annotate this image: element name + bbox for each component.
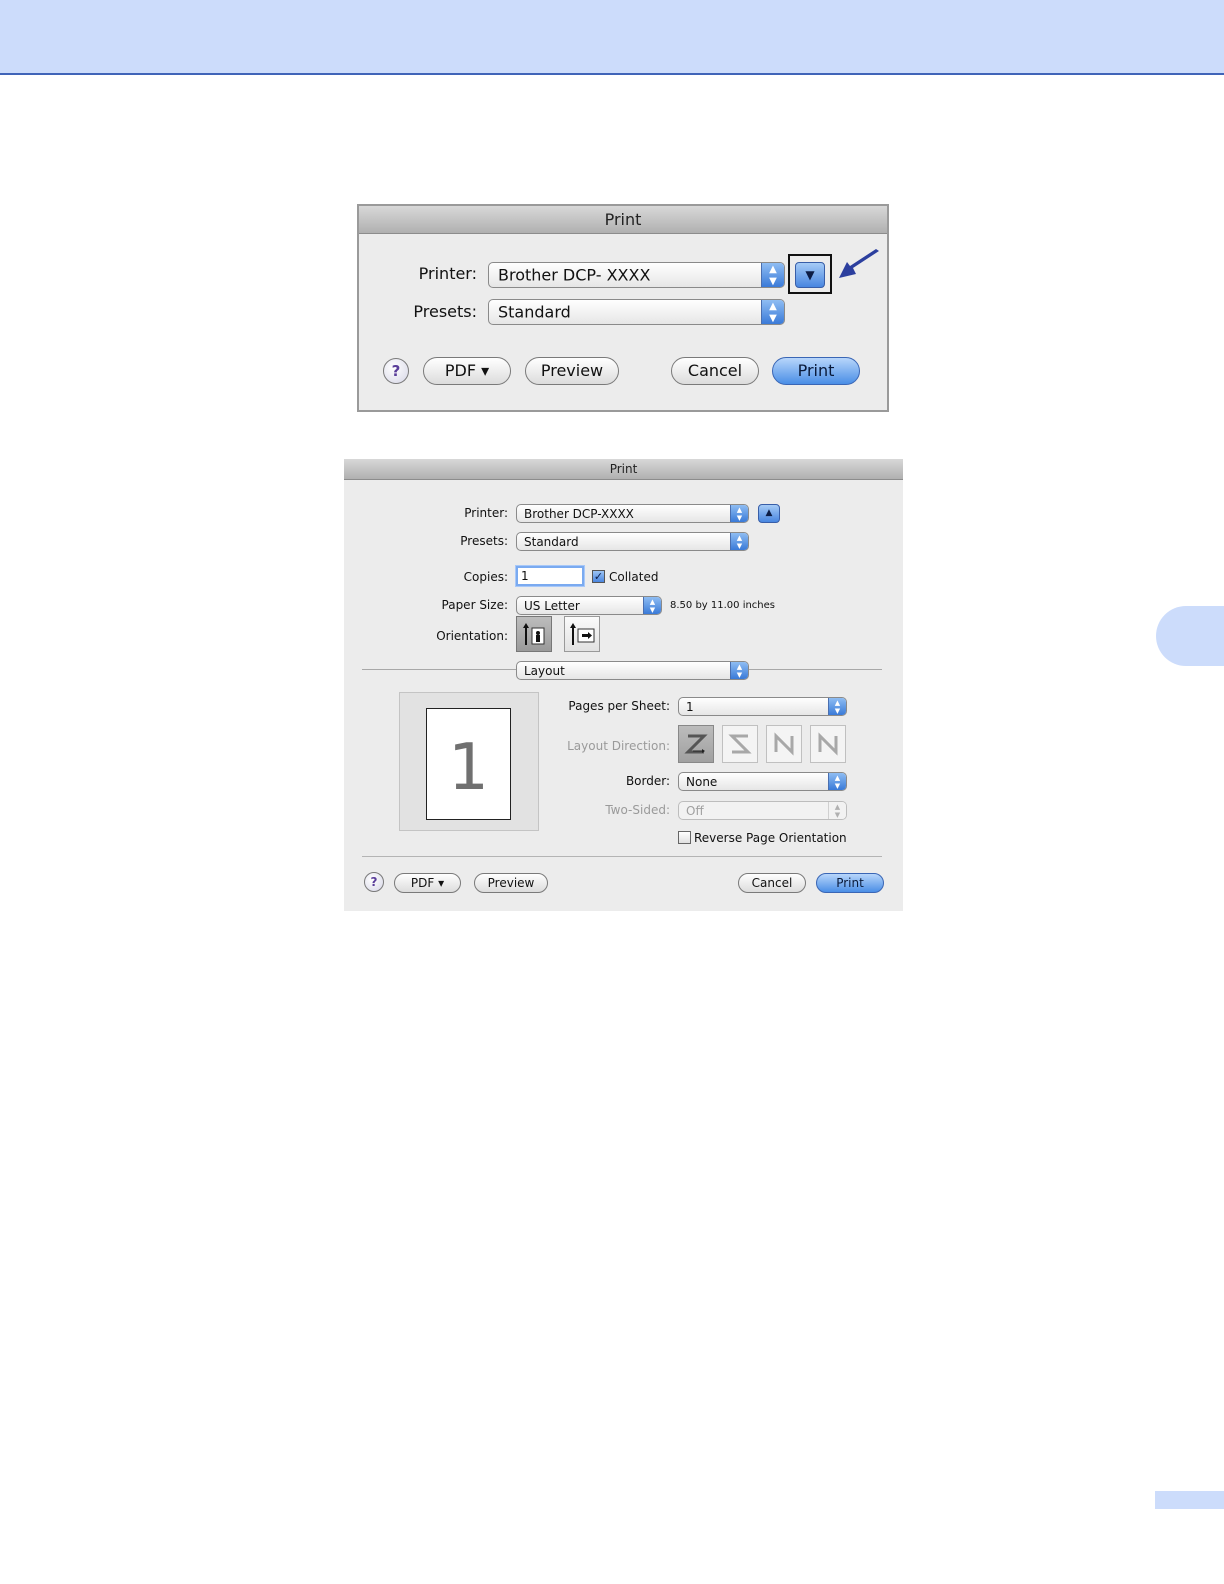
paper-size-popup[interactable]: US Letter ▲ ▼ [516,596,662,615]
print-dialog-expanded: Print Printer: Brother DCP-XXXX ▲ ▼ ▲ Pre… [344,459,903,911]
direction-z-icon [684,734,708,754]
popup-arrows-icon: ▲ ▼ [730,662,748,679]
reverse-orientation-label: Reverse Page Orientation [694,831,847,845]
popup-arrows-icon: ▲ ▼ [730,505,748,522]
border-value: None [686,774,718,789]
direction-n-icon [818,732,838,756]
direction-n-reverse-icon [774,732,794,756]
printer-popup[interactable]: Brother DCP- XXXX ▲ ▼ [488,262,785,288]
two-sided-popup[interactable]: Off ▲ ▼ [678,801,847,820]
print-button[interactable]: Print [816,873,884,893]
preview-page: 1 [426,708,511,820]
portrait-icon [523,623,545,645]
printer-popup[interactable]: Brother DCP-XXXX ▲ ▼ [516,504,749,523]
pages-per-sheet-popup[interactable]: 1 ▲ ▼ [678,697,847,716]
two-sided-label: Two-Sided: [605,803,670,817]
help-button[interactable]: ? [383,358,409,384]
presets-value: Standard [524,534,579,549]
expand-disclosure-button[interactable]: ▼ [795,262,825,288]
dialog-title-bar: Print [359,206,887,234]
print-button[interactable]: Print [772,357,860,385]
layout-direction-n-button[interactable] [810,725,846,763]
pdf-button[interactable]: PDF ▾ [394,873,461,893]
popup-arrows-icon: ▲ ▼ [643,597,661,614]
presets-popup[interactable]: Standard ▲ ▼ [516,532,749,551]
panel-popup[interactable]: Layout ▲ ▼ [516,661,749,680]
presets-label: Presets: [413,302,477,321]
paper-size-label: Paper Size: [441,598,508,612]
two-sided-value: Off [686,803,704,818]
popup-arrows-icon: ▲ ▼ [828,802,846,819]
paper-size-value: US Letter [524,598,580,613]
popup-arrows-icon: ▲ ▼ [828,773,846,790]
dialog-title: Print [609,462,638,476]
printer-value: Brother DCP-XXXX [524,506,634,521]
presets-label: Presets: [460,534,508,548]
popup-arrows-icon: ▲ ▼ [761,263,784,287]
page-header-band [0,0,1224,75]
layout-direction-n-reverse-button[interactable] [766,725,802,763]
popup-arrows-icon: ▲ ▼ [730,533,748,550]
popup-arrows-icon: ▲ ▼ [828,698,846,715]
layout-direction-s-button[interactable] [722,725,758,763]
border-popup[interactable]: None ▲ ▼ [678,772,847,791]
portrait-orientation-button[interactable] [516,616,552,652]
layout-direction-label: Layout Direction: [567,739,670,753]
page-preview-area: 1 [399,692,539,831]
chapter-side-tab [1156,606,1224,666]
preview-page-number: 1 [448,731,489,805]
collated-label: Collated [609,570,659,584]
dialog-title: Print [604,210,642,229]
landscape-icon [570,623,595,645]
pages-per-sheet-label: Pages per Sheet: [568,699,670,713]
cancel-button[interactable]: Cancel [738,873,806,893]
help-button[interactable]: ? [364,872,384,892]
border-label: Border: [625,774,670,788]
printer-value: Brother DCP- XXXX [498,265,651,285]
printer-label: Printer: [464,506,508,520]
preview-button[interactable]: Preview [525,357,619,385]
bottom-separator-line [362,856,882,857]
landscape-orientation-button[interactable] [564,616,600,652]
paper-size-note: 8.50 by 11.00 inches [670,600,776,611]
collapse-disclosure-button[interactable]: ▲ [758,504,780,523]
print-dialog-collapsed: Print Printer: Brother DCP- XXXX ▲ ▼ ▼ Pr… [357,204,889,412]
reverse-orientation-checkbox[interactable] [678,831,691,844]
dialog-title-bar: Print [344,459,903,480]
copies-label: Copies: [463,570,508,584]
presets-value: Standard [498,302,571,322]
panel-value: Layout [524,663,565,678]
printer-label: Printer: [418,264,477,283]
preview-button[interactable]: Preview [474,873,548,893]
popup-arrows-icon: ▲ ▼ [761,300,784,324]
page-number-box [1155,1491,1224,1509]
pdf-button[interactable]: PDF ▾ [423,357,511,385]
orientation-label: Orientation: [436,629,508,643]
pointer-arrow-icon [839,249,879,278]
cancel-button[interactable]: Cancel [671,357,759,385]
layout-direction-z-button[interactable] [678,725,714,763]
presets-popup[interactable]: Standard ▲ ▼ [488,299,785,325]
copies-input[interactable]: 1 [516,566,584,586]
direction-s-icon [728,734,752,754]
collated-checkbox[interactable]: ✓ [592,570,605,583]
pages-per-sheet-value: 1 [686,699,694,714]
